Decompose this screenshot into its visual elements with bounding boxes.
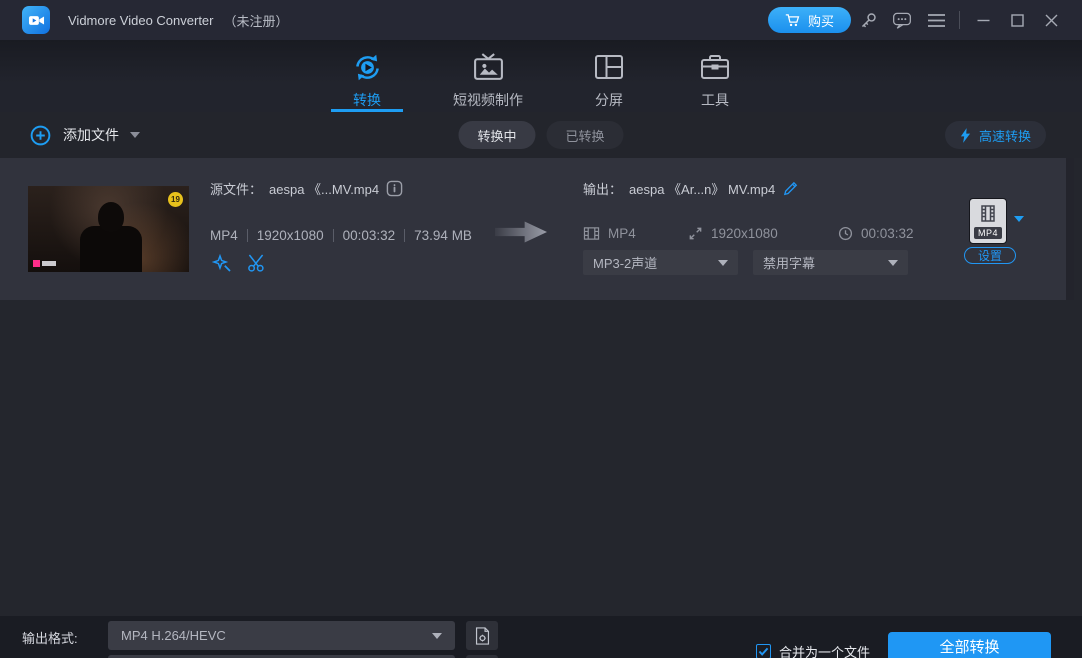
age-rating-badge: 19 [168, 192, 183, 207]
clock-icon [838, 226, 853, 241]
chevron-down-icon [130, 132, 140, 138]
tab-split-screen[interactable]: 分屏 [573, 40, 645, 112]
bottom-bar: 输出格式: MP4 H.264/HEVC 合并为一个文件 全部转换 [0, 616, 1082, 658]
subtitle-value: 禁用字幕 [763, 253, 815, 272]
output-format-label: 输出格式: [22, 628, 78, 647]
output-file-name: 输出： aespa 《Ar...n》 MV.mp4 [583, 179, 799, 198]
thumbnail-figure [80, 226, 142, 272]
merge-checkbox[interactable] [756, 644, 771, 658]
magic-wand-icon[interactable] [212, 254, 232, 274]
filter-converted-button[interactable]: 已转换 [547, 121, 624, 149]
split-screen-icon [593, 49, 625, 85]
source-file-name: 源文件： aespa 《...MV.mp4 [210, 179, 403, 198]
app-logo-icon [22, 6, 50, 34]
lightning-icon [960, 128, 971, 143]
filter-converting-button[interactable]: 转换中 [458, 121, 535, 149]
titlebar: Vidmore Video Converter （未注册） 购买 [0, 0, 1082, 40]
menu-icon[interactable] [919, 5, 953, 35]
tab-convert[interactable]: 转换 [331, 40, 403, 112]
output-name-text: aespa 《Ar...n》 MV.mp4 [629, 179, 775, 198]
source-resolution: 1920x1080 [257, 228, 324, 243]
fast-convert-label: 高速转换 [979, 126, 1031, 145]
convert-all-button[interactable]: 全部转换 [888, 632, 1051, 658]
main-nav: 转换 短视频制作 分屏 [0, 40, 1082, 112]
document-gear-icon [474, 626, 491, 646]
source-duration: 00:03:32 [343, 228, 396, 243]
tab-mv-label: 短视频制作 [453, 90, 523, 110]
rename-pencil-icon[interactable] [782, 180, 799, 197]
output-format-text: MP4 [608, 226, 636, 241]
merge-files-option[interactable]: 合并为一个文件 [756, 642, 870, 658]
format-chevron-icon[interactable] [1014, 216, 1024, 222]
tab-toolbox-label: 工具 [701, 90, 729, 110]
source-name-text: aespa 《...MV.mp4 [269, 179, 379, 198]
maximize-button[interactable] [1000, 5, 1034, 35]
toolbar: 添加文件 转换中 已转换 高速转换 [0, 112, 1082, 158]
minimize-button[interactable] [966, 5, 1000, 35]
resolution-expand-icon [688, 226, 703, 241]
buy-button[interactable]: 购买 [768, 7, 851, 33]
chevron-down-icon [432, 633, 442, 639]
global-format-dropdown[interactable]: MP4 H.264/HEVC [108, 621, 455, 650]
tab-toolbox[interactable]: 工具 [679, 40, 751, 112]
chevron-down-icon [888, 260, 898, 266]
license-status: （未注册） [224, 11, 289, 30]
global-format-value: MP4 H.264/HEVC [121, 628, 226, 643]
convert-icon [351, 49, 384, 85]
scissors-icon[interactable] [247, 254, 267, 274]
buy-label: 购买 [808, 11, 834, 30]
register-key-icon[interactable] [851, 5, 885, 35]
audio-track-dropdown[interactable]: MP3-2声道 [583, 250, 738, 275]
scrollbar-track[interactable] [1066, 158, 1074, 300]
tab-convert-label: 转换 [353, 90, 381, 110]
feedback-icon[interactable] [885, 5, 919, 35]
output-format-button[interactable]: MP4 [969, 198, 1007, 244]
queue-filters: 转换中 已转换 [458, 121, 623, 149]
app-name: Vidmore Video Converter [68, 13, 214, 28]
source-media-info: MP4 1920x1080 00:03:32 73.94 MB [210, 228, 472, 243]
conversion-arrow-icon [495, 220, 547, 244]
source-format: MP4 [210, 228, 238, 243]
output-duration-text: 00:03:32 [861, 226, 914, 241]
channel-watermark [33, 260, 56, 267]
add-files-label: 添加文件 [63, 125, 119, 145]
tab-mv[interactable]: 短视频制作 [437, 40, 539, 112]
profile-settings-button[interactable] [466, 621, 498, 650]
chevron-down-icon [718, 260, 728, 266]
fast-convert-toggle[interactable]: 高速转换 [945, 121, 1046, 149]
filmstrip-icon [583, 226, 600, 241]
info-icon[interactable] [386, 180, 403, 197]
app-title: Vidmore Video Converter （未注册） [68, 11, 289, 30]
tab-split-label: 分屏 [595, 90, 623, 110]
source-label: 源文件： [210, 179, 262, 198]
titlebar-controls: 购买 [768, 5, 1068, 35]
output-resolution-text: 1920x1080 [711, 226, 778, 241]
audio-track-value: MP3-2声道 [593, 253, 657, 272]
subtitle-dropdown[interactable]: 禁用字幕 [753, 250, 908, 275]
cart-icon [785, 13, 801, 28]
add-files-button[interactable]: 添加文件 [30, 125, 140, 146]
output-label: 输出： [583, 179, 622, 198]
item-edit-actions [212, 254, 267, 274]
format-badge: MP4 [974, 227, 1002, 239]
titlebar-separator [959, 11, 960, 29]
output-media-info: MP4 1920x1080 00:03:32 [583, 226, 914, 241]
file-row[interactable]: 19 源文件： aespa 《...MV.mp4 MP4 1920x1080 0… [0, 158, 1074, 300]
mv-icon [472, 49, 505, 85]
file-list: 19 源文件： aespa 《...MV.mp4 MP4 1920x1080 0… [0, 158, 1082, 616]
merge-label: 合并为一个文件 [779, 642, 870, 658]
source-size: 73.94 MB [414, 228, 472, 243]
plus-circle-icon [30, 125, 51, 146]
toolbox-icon [699, 49, 731, 85]
video-thumbnail: 19 [28, 186, 189, 272]
item-settings-button[interactable]: 设置 [964, 247, 1016, 264]
close-button[interactable] [1034, 5, 1068, 35]
